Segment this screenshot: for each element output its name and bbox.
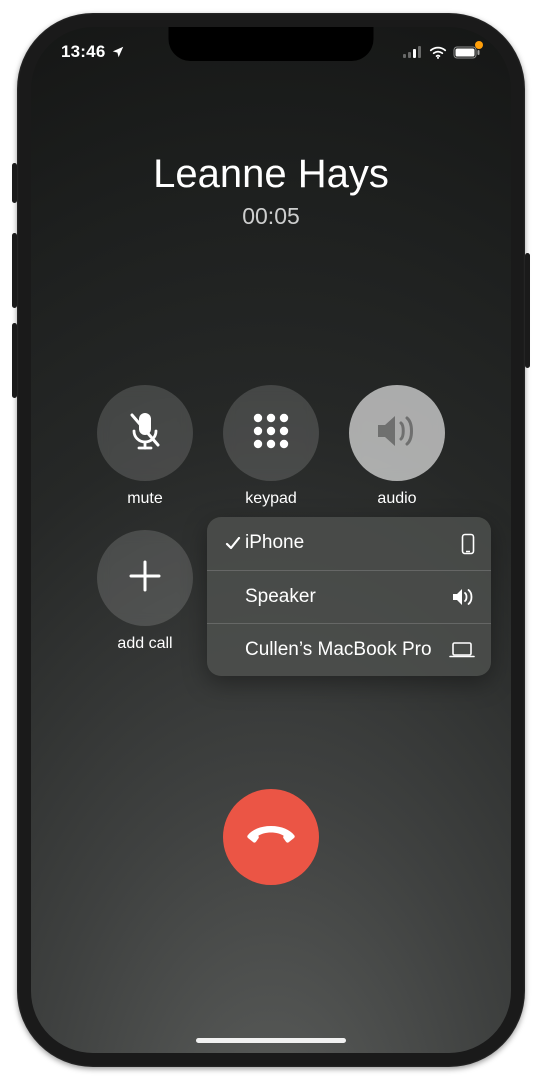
keypad-label: keypad [245, 490, 297, 508]
audio-route-iphone[interactable]: iPhone [207, 517, 491, 570]
checkmark-icon [221, 537, 245, 551]
keypad-icon [250, 410, 292, 457]
cellular-signal-icon [403, 46, 423, 58]
notch [169, 27, 374, 61]
speaker-icon [449, 587, 475, 607]
mute-button[interactable]: mute [96, 385, 194, 508]
mute-label: mute [127, 490, 163, 508]
iphone-frame: 13:46 [17, 13, 525, 1067]
keypad-button[interactable]: keypad [222, 385, 320, 508]
speaker-icon [374, 411, 420, 456]
audio-route-menu: iPhone Speaker [207, 517, 491, 676]
audio-route-label: Speaker [245, 586, 449, 609]
add-call-button[interactable]: add call [96, 530, 194, 653]
location-arrow-icon [111, 45, 125, 59]
caller-name: Leanne Hays [31, 152, 511, 197]
end-call-button[interactable] [223, 789, 319, 885]
screen: 13:46 [31, 27, 511, 1053]
audio-label: audio [377, 490, 416, 508]
plus-icon [125, 556, 165, 601]
audio-button[interactable]: audio [348, 385, 446, 508]
home-indicator[interactable] [196, 1038, 346, 1043]
status-time: 13:46 [61, 42, 105, 62]
call-duration: 00:05 [31, 203, 511, 230]
microphone-mute-icon [125, 409, 165, 458]
audio-route-label: iPhone [245, 532, 449, 555]
audio-route-macbook[interactable]: Cullen’s MacBook Pro [207, 623, 491, 676]
phone-outline-icon [449, 533, 475, 555]
end-call-icon [245, 823, 297, 852]
add-call-label: add call [117, 635, 172, 653]
laptop-icon [449, 641, 475, 659]
wifi-icon [429, 46, 447, 59]
audio-route-label: Cullen’s MacBook Pro [245, 639, 449, 662]
microphone-indicator-icon [475, 41, 483, 49]
audio-route-speaker[interactable]: Speaker [207, 570, 491, 623]
